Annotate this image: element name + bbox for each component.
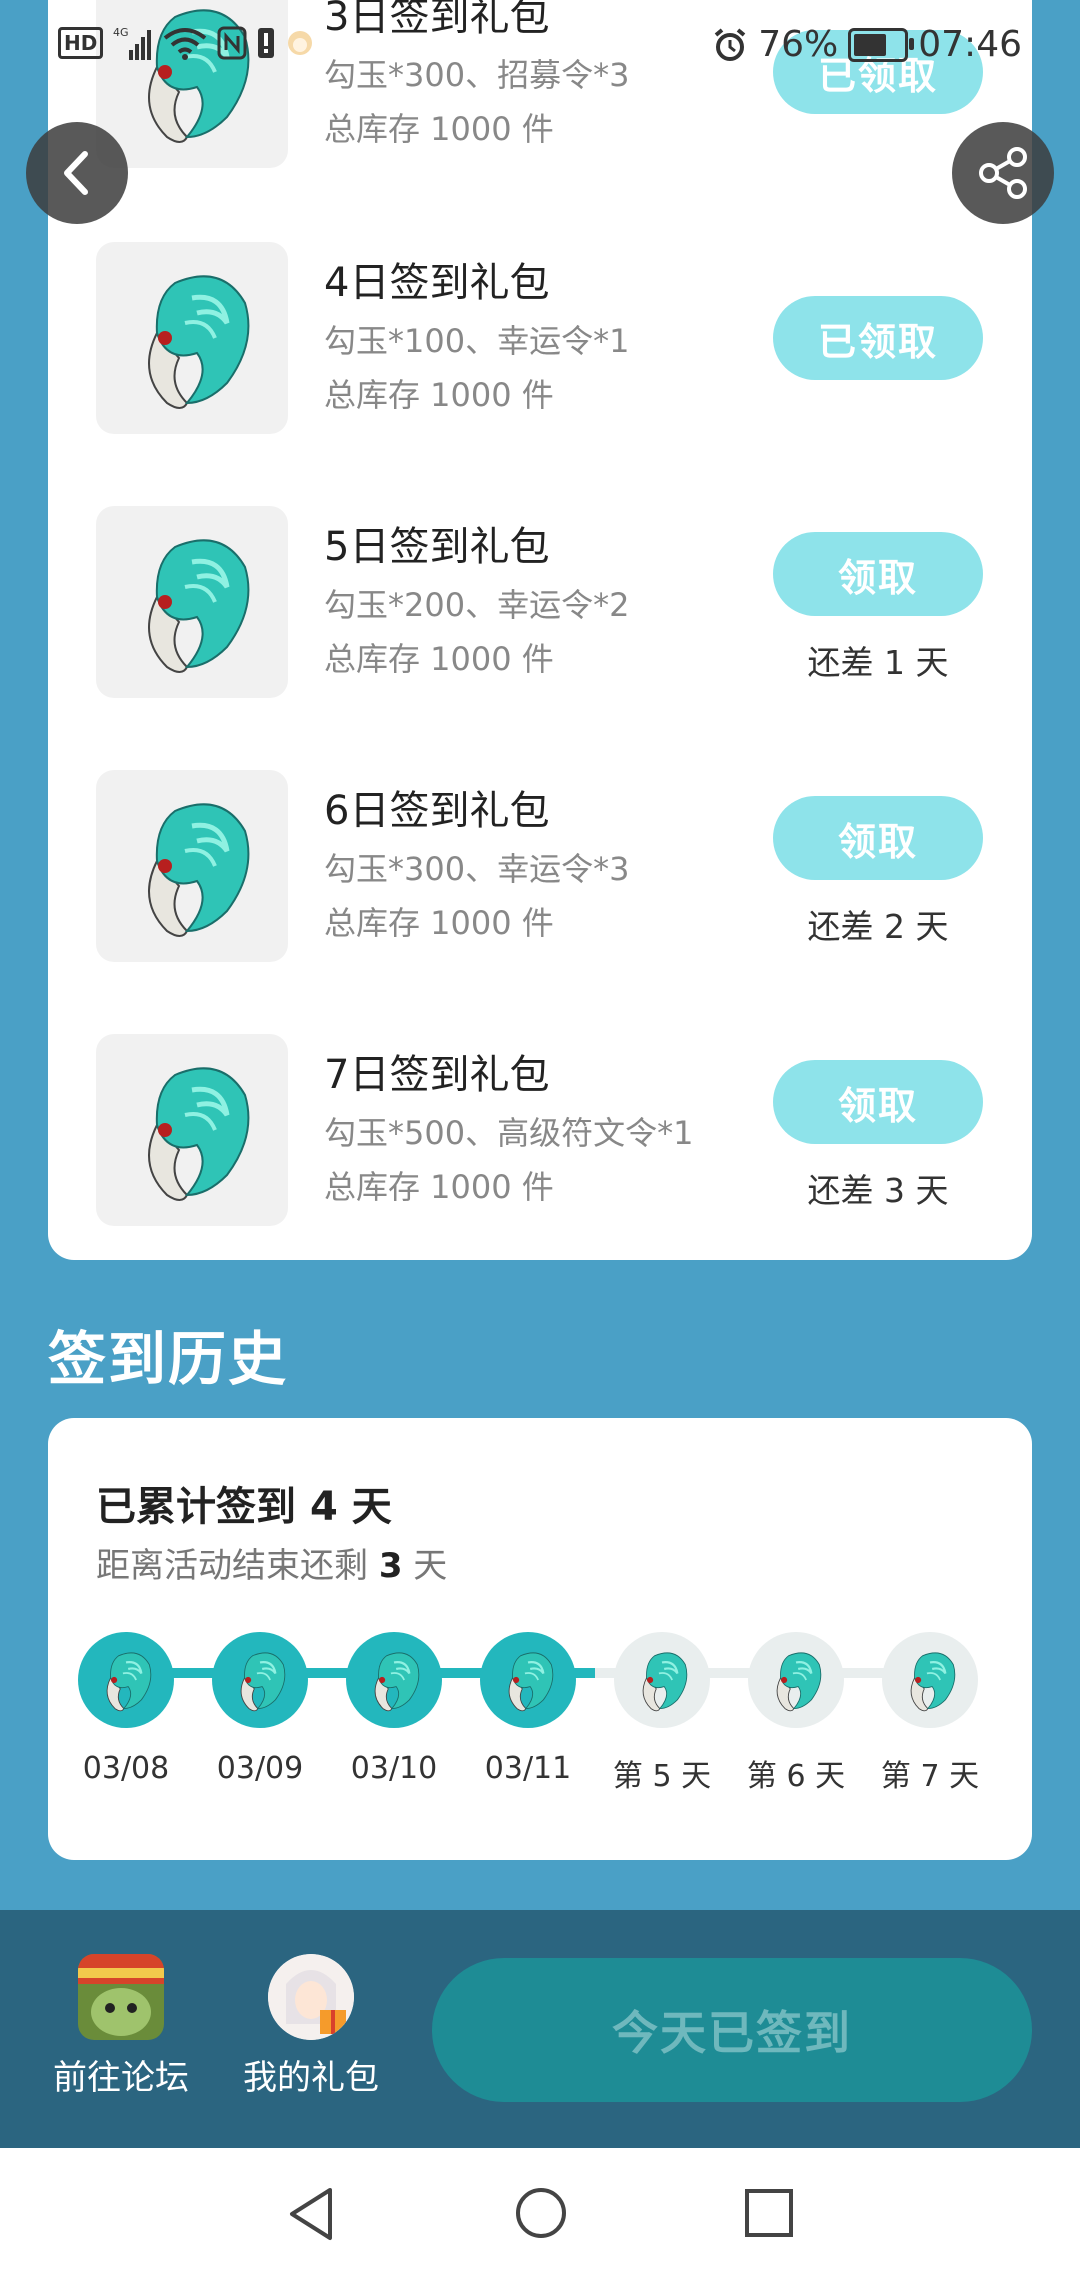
my-gifts-nav-button[interactable]: 我的礼包: [226, 1954, 396, 2099]
magatama-jade-icon: [641, 1651, 688, 1712]
claimed-button[interactable]: 已领取: [773, 296, 983, 380]
timeline-day-marker: [614, 1632, 710, 1728]
share-button[interactable]: [952, 122, 1054, 224]
timeline-day-marker: [346, 1632, 442, 1728]
nav-back-icon[interactable]: [286, 2186, 336, 2242]
timeline-day-marker: [480, 1632, 576, 1728]
gift-row: 5日签到礼包 勾玉*200、幸运令*2 总库存 1000 件 领取 还差 1 天: [48, 506, 1032, 698]
gift-thumbnail: [96, 1034, 288, 1226]
claim-button[interactable]: 领取: [773, 796, 983, 880]
magatama-jade-icon: [127, 527, 257, 677]
magatama-jade-icon: [127, 263, 257, 413]
magatama-jade-icon: [127, 1055, 257, 1205]
total-checkins: 已累计签到 4 天: [96, 1484, 392, 1530]
days-remaining: 还差 3 天: [807, 1171, 949, 1210]
checkin-history-card: 已累计签到 4 天 距离活动结束还剩 3 天 03/08 03/09 03/10 03…: [48, 1418, 1032, 1860]
forum-nav-button[interactable]: 前往论坛: [36, 1954, 206, 2099]
magatama-jade-icon: [239, 1651, 286, 1712]
forum-game-icon: [78, 1954, 164, 2040]
gift-thumbnail: [96, 242, 288, 434]
gift-contents: 勾玉*500、高级符文令*1: [324, 1114, 694, 1152]
nfc-icon: [217, 26, 247, 60]
gift-title: 6日签到礼包: [324, 788, 550, 834]
gift-stock: 总库存 1000 件: [324, 640, 554, 678]
timeline-day-marker: [212, 1632, 308, 1728]
timeline-day-label: 第 5 天: [612, 1759, 712, 1794]
hd-indicator: HD: [58, 27, 104, 59]
notification-avatar-icon: [288, 31, 313, 55]
gift-contents: 勾玉*200、幸运令*2: [324, 586, 630, 624]
svg-text:4G: 4G: [113, 26, 129, 39]
status-bar: HD 4G 76% 07:46: [0, 0, 1080, 90]
days-remaining: 还差 2 天: [807, 907, 949, 946]
gift-stock: 总库存 1000 件: [324, 376, 554, 414]
gift-title: 4日签到礼包: [324, 260, 550, 306]
clock: 07:46: [918, 24, 1022, 65]
my-gifts-label: 我的礼包: [243, 2058, 379, 2098]
timeline-day-label: 第 7 天: [880, 1759, 980, 1794]
timeline-day-marker: [882, 1632, 978, 1728]
timeline-day-label: 03/09: [216, 1751, 304, 1786]
claim-button[interactable]: 领取: [773, 532, 983, 616]
gift-contents: 勾玉*300、幸运令*3: [324, 850, 630, 888]
section-title: 签到历史: [48, 1325, 289, 1393]
battery-percent: 76%: [758, 24, 839, 65]
claim-button[interactable]: 领取: [773, 1060, 983, 1144]
timeline-day-label: 第 6 天: [746, 1759, 846, 1794]
magatama-jade-icon: [507, 1651, 554, 1712]
my-gifts-avatar-icon: [268, 1954, 354, 2040]
magatama-jade-icon: [909, 1651, 956, 1712]
gift-row: 7日签到礼包 勾玉*500、高级符文令*1 总库存 1000 件 领取 还差 3…: [48, 1034, 1032, 1226]
timeline-day-marker: [78, 1632, 174, 1728]
gift-thumbnail: [96, 506, 288, 698]
gift-row: 4日签到礼包 勾玉*100、幸运令*1 总库存 1000 件 已领取: [48, 242, 1032, 434]
magatama-jade-icon: [127, 791, 257, 941]
event-remaining: 距离活动结束还剩 3 天: [96, 1546, 448, 1586]
magatama-jade-icon: [775, 1651, 822, 1712]
nav-home-icon[interactable]: [514, 2186, 568, 2240]
magatama-jade-icon: [105, 1651, 152, 1712]
gift-thumbnail: [96, 770, 288, 962]
magatama-jade-icon: [373, 1651, 420, 1712]
system-navigation-bar: [0, 2148, 1080, 2280]
gift-contents: 勾玉*100、幸运令*1: [324, 322, 630, 360]
nav-recents-icon[interactable]: [744, 2188, 794, 2238]
chevron-left-icon: [64, 151, 88, 195]
gift-stock: 总库存 1000 件: [324, 110, 554, 148]
timeline-day-marker: [748, 1632, 844, 1728]
back-button[interactable]: [26, 122, 128, 224]
gift-list-card: 3日签到礼包 勾玉*300、招募令*3 总库存 1000 件 已领取 4日签到礼…: [48, 0, 1032, 1260]
wifi-icon: [164, 28, 207, 60]
gift-title: 7日签到礼包: [324, 1052, 550, 1098]
share-icon: [979, 147, 1027, 199]
gift-row: 6日签到礼包 勾玉*300、幸运令*3 总库存 1000 件 领取 还差 2 天: [48, 770, 1032, 962]
timeline-day-label: 03/10: [350, 1751, 438, 1786]
bottom-action-bar: 前往论坛 我的礼包 今天已签到: [0, 1910, 1080, 2148]
alarm-icon: [714, 27, 746, 61]
timeline-day-label: 03/11: [484, 1751, 572, 1786]
gift-stock: 总库存 1000 件: [324, 1168, 554, 1206]
alert-icon: [258, 28, 275, 58]
checked-in-today-button[interactable]: 今天已签到: [432, 1958, 1032, 2102]
days-remaining: 还差 1 天: [807, 643, 949, 682]
forum-label: 前往论坛: [53, 2058, 189, 2098]
timeline-day-label: 03/08: [82, 1751, 170, 1786]
signal-icon: 4G: [113, 26, 152, 60]
gift-title: 5日签到礼包: [324, 524, 550, 570]
battery-icon: [848, 27, 915, 62]
gift-stock: 总库存 1000 件: [324, 904, 554, 942]
